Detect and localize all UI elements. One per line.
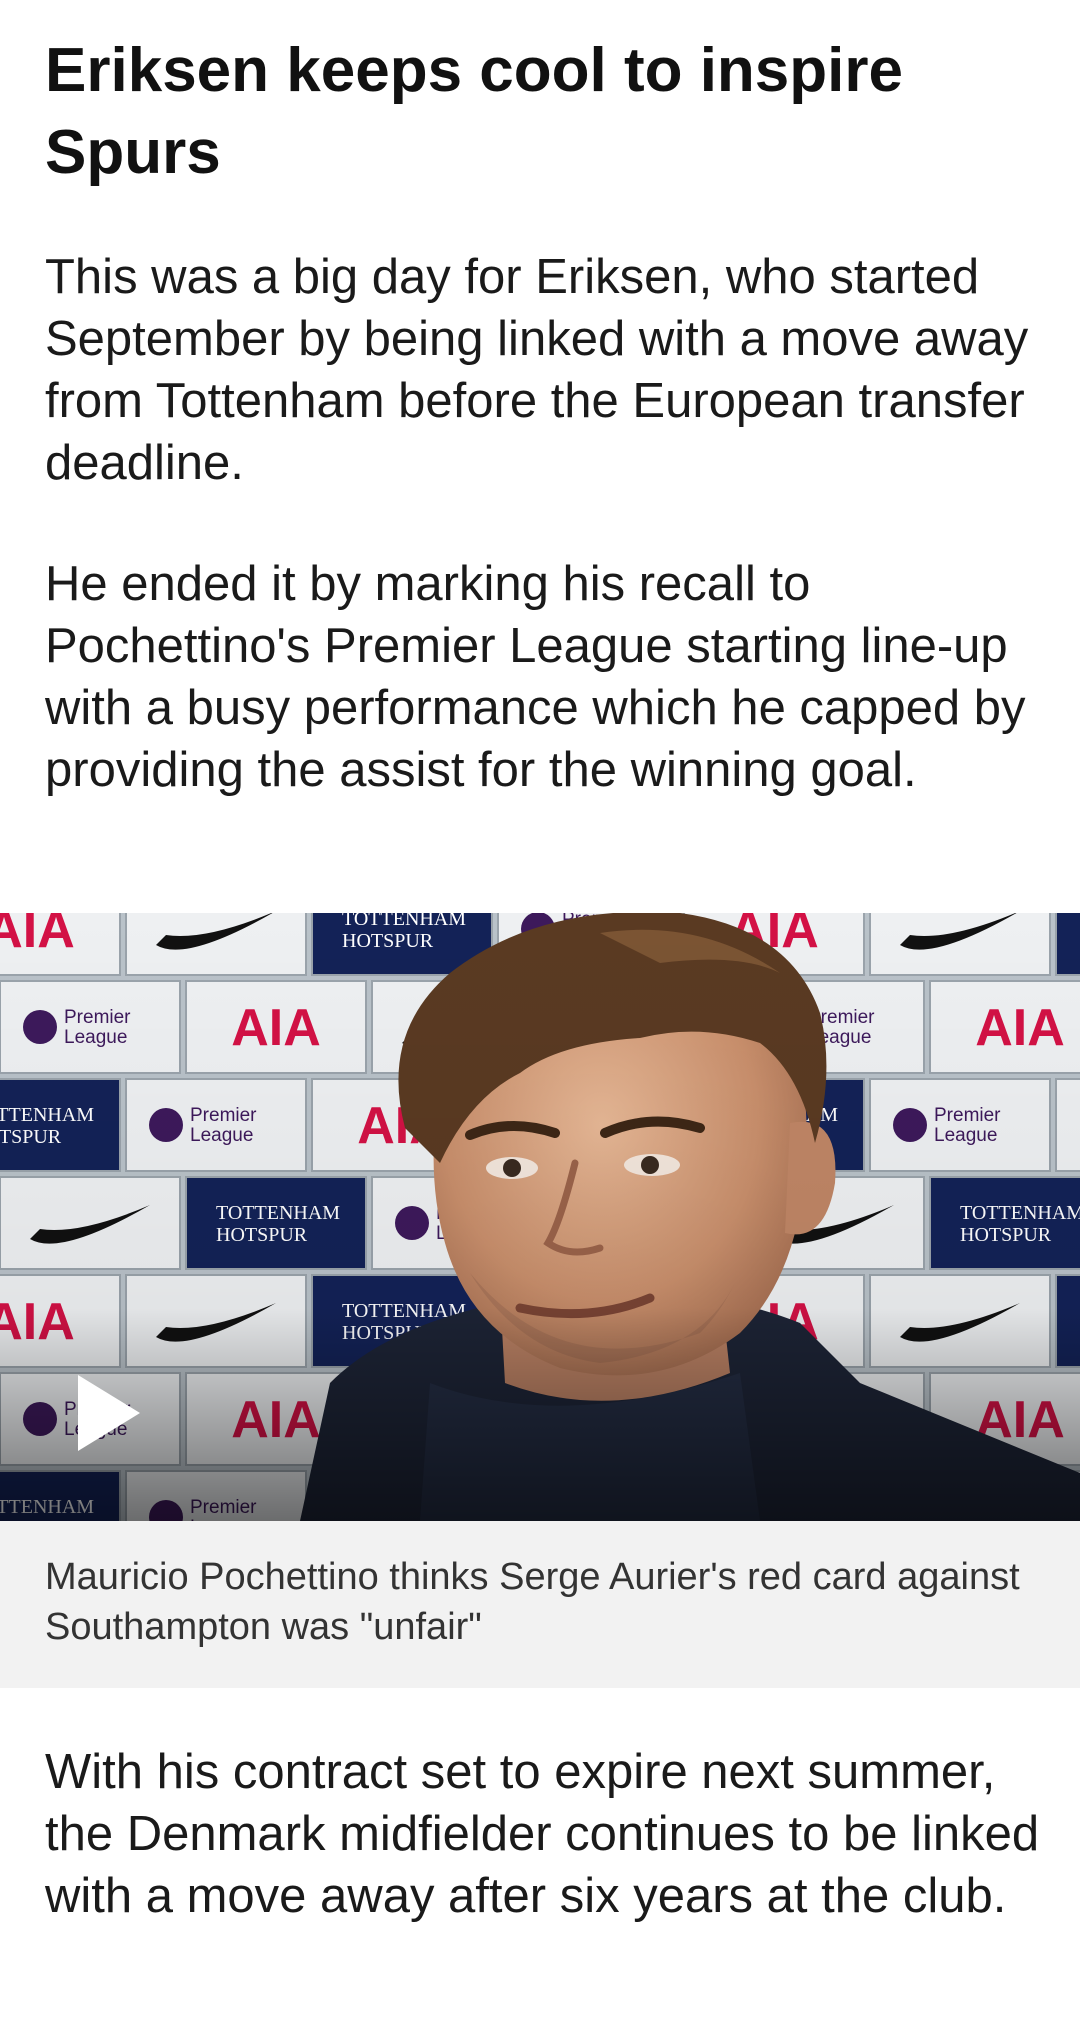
video-caption: Mauricio Pochettino thinks Serge Aurier'…	[0, 1521, 1080, 1688]
article-paragraph: With his contract set to expire next sum…	[45, 1745, 1040, 1923]
video-thumbnail: AIATOTTENHAMHOTSPURPremierLeagueAIATOTTE…	[0, 913, 1080, 1521]
play-icon[interactable]	[78, 1375, 140, 1451]
article-headline: Eriksen keeps cool to inspire Spurs	[45, 36, 903, 187]
article-paragraph: This was a big day for Eriksen, who star…	[45, 250, 1029, 490]
article: Eriksen keeps cool to inspire Spurs This…	[0, 0, 1080, 2032]
video-player[interactable]: AIATOTTENHAMHOTSPURPremierLeagueAIATOTTE…	[0, 913, 1080, 1521]
video-caption-text: Mauricio Pochettino thinks Serge Aurier'…	[45, 1556, 1020, 1648]
article-paragraph: He ended it by marking his recall to Poc…	[45, 557, 1026, 797]
